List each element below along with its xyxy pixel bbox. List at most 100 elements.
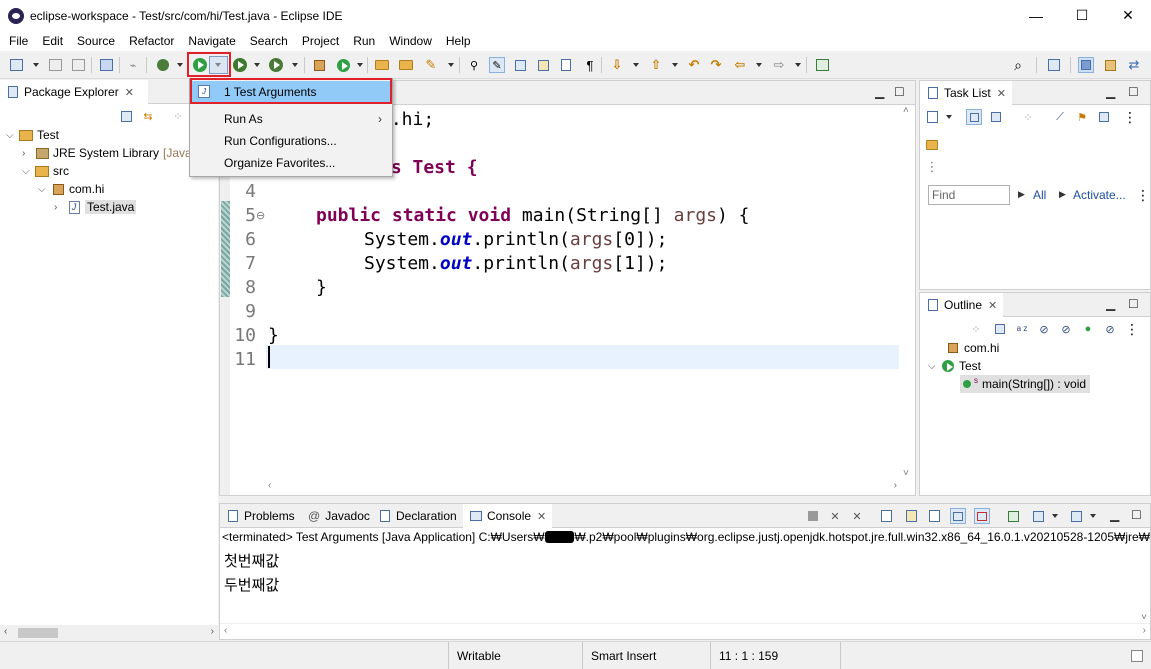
task-filter-arrow-icon[interactable]: ▶ xyxy=(1018,189,1025,200)
menu-search[interactable]: Search xyxy=(243,34,295,48)
word-wrap-icon[interactable] xyxy=(926,508,942,524)
close-tab-icon[interactable]: ✕ xyxy=(125,86,134,99)
new-java-package-icon[interactable] xyxy=(311,57,327,73)
view-menu-icon[interactable]: ⋮ xyxy=(1124,321,1140,337)
forward-dropdown-icon[interactable] xyxy=(795,63,801,67)
menu-help[interactable]: Help xyxy=(439,34,478,48)
git-perspective-icon[interactable]: ⇄ xyxy=(1126,57,1142,73)
minimize-button[interactable]: — xyxy=(1013,0,1059,31)
debug-dropdown-icon[interactable] xyxy=(177,63,183,67)
sort-icon[interactable]: a z xyxy=(1014,321,1030,337)
remove-launch-icon[interactable]: ✕ xyxy=(827,508,843,524)
search-icon[interactable]: ⌕ xyxy=(1010,57,1026,73)
next-annotation-dropdown-icon[interactable] xyxy=(633,63,639,67)
maximize-panel-icon[interactable]: ☐ xyxy=(1128,85,1139,99)
tab-package-explorer[interactable]: Package Explorer ✕ xyxy=(0,80,148,104)
menu-edit[interactable]: Edit xyxy=(35,34,70,48)
close-button[interactable]: ✕ xyxy=(1105,0,1151,31)
minimize-panel-icon[interactable]: ▁ xyxy=(1106,85,1115,99)
tree-src-folder[interactable]: ⌵ src xyxy=(22,162,69,180)
minimize-editor-icon[interactable]: ▁ xyxy=(875,85,884,99)
new-java-class-icon[interactable] xyxy=(335,57,351,73)
tab-task-list[interactable]: Task List ✕ xyxy=(920,81,1012,105)
all-tasks-link[interactable]: All xyxy=(1033,188,1046,202)
search-dropdown-icon[interactable] xyxy=(448,63,454,67)
menu-refactor[interactable]: Refactor xyxy=(122,34,181,48)
outline-group-icon[interactable]: ⁘ xyxy=(968,321,984,337)
menu-project[interactable]: Project xyxy=(295,34,346,48)
new-task-dropdown-icon[interactable] xyxy=(946,115,952,119)
display-console-icon[interactable] xyxy=(1030,508,1046,524)
scroll-down-icon[interactable]: ˅ xyxy=(1141,612,1147,623)
scheduled-icon[interactable] xyxy=(988,109,1004,125)
previous-annotation-dropdown-icon[interactable] xyxy=(672,63,678,67)
new-dropdown-icon[interactable] xyxy=(33,63,39,67)
toggle-mark-occurrences-icon[interactable]: ✎ xyxy=(489,57,505,73)
next-annotation-icon[interactable]: ⇩ xyxy=(609,57,625,73)
remove-all-launches-icon[interactable]: ✕ xyxy=(849,508,865,524)
tab-outline[interactable]: Outline ✕ xyxy=(920,293,1004,317)
tree-jre-library[interactable]: › JRE System Library [Java xyxy=(22,144,192,162)
show-paragraph-icon[interactable]: ¶ xyxy=(582,57,598,73)
new-class-dropdown-icon[interactable] xyxy=(357,63,363,67)
scroll-down-icon[interactable]: ˅ xyxy=(903,468,909,479)
view-menu-icon[interactable]: ⁘ xyxy=(170,108,186,124)
last-edit-forward-icon[interactable]: ↷ xyxy=(708,57,724,73)
fold-collapse-icon[interactable]: ⊖ xyxy=(256,209,265,222)
last-edit-location-icon[interactable]: ↶ xyxy=(686,57,702,73)
tab-problems[interactable]: Problems xyxy=(220,504,301,528)
debug-icon[interactable] xyxy=(155,57,171,73)
synchronize-icon[interactable]: ⁘ xyxy=(1020,109,1036,125)
forward-icon[interactable]: ⇨ xyxy=(771,57,787,73)
view-menu-icon[interactable]: ⋮ xyxy=(1122,109,1138,125)
menu-item-run-as[interactable]: Run As › xyxy=(190,108,392,130)
collapse-all-icon[interactable] xyxy=(118,108,134,124)
tab-console[interactable]: Console ✕ xyxy=(463,504,553,528)
search-tool-icon[interactable]: ✎ xyxy=(423,57,439,73)
scroll-lock-icon[interactable] xyxy=(903,508,919,524)
console-hscrollbar[interactable]: ‹ › xyxy=(220,623,1150,639)
close-tab-icon[interactable]: ✕ xyxy=(988,299,997,312)
scroll-left-icon[interactable]: ‹ xyxy=(224,625,227,636)
java-perspective-icon[interactable] xyxy=(1078,57,1094,73)
maximize-button[interactable]: ☐ xyxy=(1059,0,1105,31)
hide-local-types-icon[interactable]: ⊘ xyxy=(1102,321,1118,337)
back-dropdown-icon[interactable] xyxy=(756,63,762,67)
chevron-down-icon[interactable]: ⌵ xyxy=(22,166,32,177)
menu-run[interactable]: Run xyxy=(346,34,382,48)
menu-navigate[interactable]: Navigate xyxy=(181,34,242,48)
activate-arrow-icon[interactable]: ▶ xyxy=(1059,189,1066,200)
toggle-block-selection-icon[interactable] xyxy=(512,57,528,73)
show-on-stdout-icon[interactable] xyxy=(950,508,966,524)
progress-icon[interactable] xyxy=(1131,650,1143,662)
show-whitespace-icon[interactable] xyxy=(558,57,574,73)
previous-annotation-icon[interactable]: ⇧ xyxy=(648,57,664,73)
menu-source[interactable]: Source xyxy=(70,34,122,48)
open-type-icon[interactable] xyxy=(374,57,390,73)
pin-console-icon[interactable] xyxy=(1005,508,1021,524)
chevron-down-icon[interactable]: ⌵ xyxy=(928,361,938,372)
scroll-right-icon[interactable]: › xyxy=(894,480,897,491)
open-console-dropdown-icon[interactable] xyxy=(1090,514,1096,518)
run-dropdown-button[interactable] xyxy=(209,56,228,74)
outline-package[interactable]: com.hi xyxy=(946,339,999,357)
back-icon[interactable]: ⇦ xyxy=(732,57,748,73)
task-more-icon[interactable]: ⋮ xyxy=(924,159,940,175)
console-output[interactable]: 첫번째값 두번째값 ˅ xyxy=(220,546,1150,623)
close-tab-icon[interactable]: ✕ xyxy=(997,87,1006,100)
scroll-left-icon[interactable]: ‹ xyxy=(4,626,7,637)
maximize-editor-icon[interactable]: ☐ xyxy=(894,85,905,99)
toggle-breadcrumb-icon[interactable] xyxy=(535,57,551,73)
open-console-icon[interactable] xyxy=(1068,508,1084,524)
clear-console-icon[interactable] xyxy=(878,508,894,524)
hide-fields-icon[interactable]: ⊘ xyxy=(1036,321,1052,337)
collapse-all-icon[interactable] xyxy=(1096,109,1112,125)
link-with-editor-icon[interactable]: ⇆ xyxy=(140,108,156,124)
save-icon[interactable] xyxy=(47,57,63,73)
task-find-menu-icon[interactable]: ⋮ xyxy=(1136,187,1150,204)
show-on-stderr-icon[interactable] xyxy=(974,508,990,524)
hide-nonpublic-icon[interactable]: ● xyxy=(1080,321,1096,337)
new-task-icon[interactable] xyxy=(924,109,940,125)
open-task-icon[interactable] xyxy=(398,57,414,73)
scroll-right-icon[interactable]: › xyxy=(1143,625,1146,636)
